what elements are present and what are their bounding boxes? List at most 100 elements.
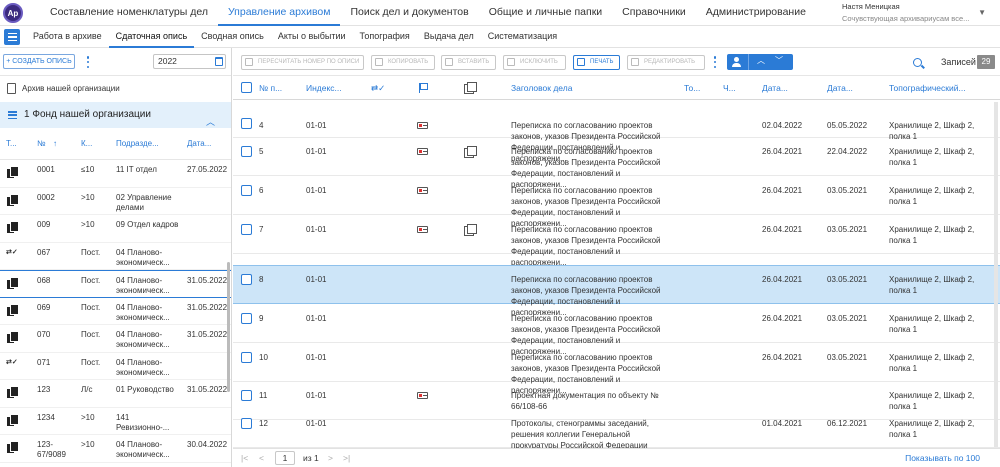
chevron-up-icon[interactable]: ︿ bbox=[757, 55, 765, 66]
flag-icon[interactable] bbox=[419, 83, 429, 93]
inventory-row[interactable]: 0001 ≤10 11 IT отдел 27.05.2022 bbox=[0, 160, 231, 188]
table-row[interactable]: 6 01-01 Переписка по согласованию проектов… bbox=[233, 177, 1000, 228]
case-date-start: 26.04.2021 bbox=[762, 275, 803, 284]
col-volume[interactable]: То... bbox=[684, 83, 700, 93]
print-button[interactable]: ПЕЧАТЬ bbox=[573, 55, 620, 70]
renumber-button[interactable]: ПЕРЕСЧИТАТЬ НОМЕР ПО ОПИСИ bbox=[241, 55, 364, 70]
select-all-checkbox[interactable] bbox=[241, 82, 252, 93]
fund-tree-item[interactable]: 1 Фонд нашей организации ︿ bbox=[0, 102, 231, 128]
row-checkbox[interactable] bbox=[241, 274, 252, 285]
col-topography[interactable]: Топографический... bbox=[889, 83, 966, 93]
table-body: 4 01-01 Переписка по согласованию проектов… bbox=[233, 100, 1000, 448]
col-date-start[interactable]: Дата... bbox=[762, 83, 788, 93]
year-input[interactable]: 2022 bbox=[153, 54, 226, 69]
inventory-row[interactable]: 009 >10 09 Отдел кадров bbox=[0, 215, 231, 243]
status-column-icon[interactable]: ⇄✓ bbox=[371, 83, 385, 94]
col-type[interactable]: Т... bbox=[6, 139, 17, 148]
top-nav-item[interactable]: Составление номенклатуры дел bbox=[40, 0, 218, 26]
case-date-end: 03.05.2021 bbox=[827, 314, 868, 323]
archive-tree-item[interactable]: Архив нашей организации bbox=[0, 76, 231, 102]
chevron-down-icon[interactable]: ▼ bbox=[978, 8, 986, 17]
more-icon[interactable] bbox=[86, 56, 90, 68]
sub-nav-tab[interactable]: Сводная опись bbox=[194, 26, 271, 48]
row-checkbox[interactable] bbox=[241, 118, 252, 129]
inventory-row[interactable]: 123-67/9089 >10 04 Планово-экономическ... 3… bbox=[0, 435, 231, 463]
copy-button[interactable]: КОПИРОВАТЬ bbox=[371, 55, 435, 70]
inventory-row[interactable]: 068 Пост. 04 Планово-экономическ... 31.05.2… bbox=[0, 270, 231, 298]
search-icon[interactable] bbox=[913, 58, 922, 67]
col-k[interactable]: К... bbox=[81, 139, 92, 148]
table-row[interactable]: 9 01-01 Переписка по согласованию проектов… bbox=[233, 305, 1000, 356]
sub-nav-tab[interactable]: Работа в архиве bbox=[26, 26, 109, 48]
inventory-number: 070 bbox=[37, 330, 51, 339]
table-row[interactable]: 8 01-01 Переписка по согласованию проектов… bbox=[233, 265, 1000, 317]
top-nav-item[interactable]: Администрирование bbox=[696, 0, 816, 26]
user-group-button[interactable]: ︿ ﹀ bbox=[727, 54, 793, 70]
inventory-row[interactable]: 070 Пост. 04 Планово-экономическ... 31.05.2… bbox=[0, 325, 231, 353]
edit-button[interactable]: РЕДАКТИРОВАТЬ bbox=[627, 55, 705, 70]
sub-nav-tab[interactable]: Систематизация bbox=[481, 26, 564, 48]
page-size-select[interactable]: Показывать по 100 bbox=[905, 453, 980, 463]
first-page-button[interactable]: |< bbox=[241, 453, 248, 463]
row-checkbox[interactable] bbox=[241, 313, 252, 324]
row-checkbox[interactable] bbox=[241, 146, 252, 157]
sub-nav-tab[interactable]: Акты о выбытии bbox=[271, 26, 353, 48]
row-checkbox[interactable] bbox=[241, 418, 252, 429]
paste-button[interactable]: ВСТАВИТЬ bbox=[441, 55, 496, 70]
table-row[interactable]: 7 01-01 Переписка по согласованию проектов… bbox=[233, 216, 1000, 267]
inventory-dept: 01 Руководство bbox=[116, 385, 174, 394]
prev-page-button[interactable]: < bbox=[259, 453, 264, 463]
create-inventory-button[interactable]: + СОЗДАТЬ ОПИСЬ bbox=[3, 54, 75, 69]
row-checkbox[interactable] bbox=[241, 224, 252, 235]
inventory-row[interactable]: ⇄✓ 071 Пост. 04 Планово-экономическ... bbox=[0, 353, 231, 380]
table-row[interactable]: 12 01-01 Протоколы, стенограммы заседаний,… bbox=[233, 410, 1000, 448]
app-logo[interactable]: Ар bbox=[3, 3, 23, 23]
right-scrollbar[interactable] bbox=[994, 102, 998, 447]
inventory-k: >10 bbox=[81, 412, 95, 422]
row-checkbox[interactable] bbox=[241, 185, 252, 196]
sub-nav-tab[interactable]: Топография bbox=[353, 26, 417, 48]
sub-nav-tab[interactable]: Выдача дел bbox=[417, 26, 481, 48]
col-dept[interactable]: Подразде... bbox=[116, 139, 159, 148]
col-number[interactable]: № п... bbox=[259, 83, 282, 93]
page-input[interactable]: 1 bbox=[275, 451, 295, 465]
table-row[interactable]: 5 01-01 Переписка по согласованию проектов… bbox=[233, 138, 1000, 189]
row-checkbox[interactable] bbox=[241, 390, 252, 401]
top-nav-item[interactable]: Общие и личные папки bbox=[479, 0, 612, 26]
col-date[interactable]: Дата... bbox=[187, 139, 211, 148]
pager: |< < 1 из 1 > >| Показывать по 100 bbox=[233, 448, 1000, 467]
document-column-icon[interactable] bbox=[464, 82, 477, 94]
top-nav-item[interactable]: Справочники bbox=[612, 0, 696, 26]
more-icon[interactable] bbox=[713, 56, 717, 68]
inventory-row[interactable]: 1234 >10 141 Ревизионно-... bbox=[0, 408, 231, 435]
inventory-row[interactable]: 1704≤100 Наша bbox=[0, 463, 231, 467]
table-row[interactable]: 4 01-01 Переписка по согласованию проектов… bbox=[233, 100, 1000, 163]
left-scrollbar[interactable] bbox=[227, 262, 230, 392]
sub-nav-tab[interactable]: Сдаточная опись bbox=[108, 26, 195, 48]
last-page-button[interactable]: >| bbox=[343, 453, 350, 463]
check-link-icon: ⇄✓ bbox=[6, 248, 18, 256]
inventory-row[interactable]: 069 Пост. 04 Планово-экономическ... 31.05.2… bbox=[0, 298, 231, 325]
calendar-icon[interactable] bbox=[215, 57, 223, 66]
top-nav-item[interactable]: Управление архивом bbox=[217, 0, 341, 26]
chevron-down-icon[interactable]: ﹀ bbox=[775, 55, 783, 66]
col-part[interactable]: Ч... bbox=[723, 83, 736, 93]
col-title[interactable]: Заголовок дела bbox=[511, 83, 572, 93]
top-nav-item[interactable]: Поиск дел и документов bbox=[340, 0, 478, 26]
inventory-row[interactable]: 0002 >10 02 Управление делами bbox=[0, 188, 231, 215]
inventory-row[interactable]: 123 Л/с 01 Руководство 31.05.2022 bbox=[0, 380, 231, 408]
sort-up-icon[interactable]: ↑ bbox=[53, 139, 57, 148]
col-date-end[interactable]: Дата... bbox=[827, 83, 853, 93]
row-checkbox[interactable] bbox=[241, 352, 252, 363]
left-panel: + СОЗДАТЬ ОПИСЬ 2022 Архив нашей организ… bbox=[0, 48, 232, 467]
inventory-number: 071 bbox=[37, 357, 51, 367]
table-row[interactable]: 10 01-01 Переписка по согласованию проекто… bbox=[233, 344, 1000, 395]
inventory-row[interactable]: ⇄✓ 067 Пост. 04 Планово-экономическ... bbox=[0, 243, 231, 270]
next-page-button[interactable]: > bbox=[328, 453, 333, 463]
case-topography: Хранилище 2, Шкаф 2, полка 1 bbox=[889, 353, 975, 373]
col-number[interactable]: № bbox=[37, 139, 46, 148]
menu-icon[interactable] bbox=[4, 29, 20, 45]
col-index[interactable]: Индекс... bbox=[306, 83, 342, 93]
user-info[interactable]: Настя Меницкая Сочувствующая архивариуса… bbox=[842, 1, 970, 25]
exclude-button[interactable]: ИСКЛЮЧИТЬ bbox=[503, 55, 566, 70]
